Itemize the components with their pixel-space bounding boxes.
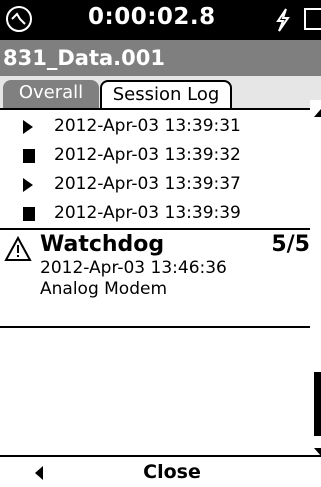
tab-bar: Overall Session Log [0,76,321,108]
log-entry[interactable]: 2012-Apr-03 13:39:32 [0,141,310,170]
log-entry[interactable]: 2012-Apr-03 13:39:31 [0,112,310,141]
log-entry-time: 2012-Apr-03 13:39:37 [54,174,241,194]
log-entry-time: 2012-Apr-03 13:39:31 [54,116,241,136]
scrollbar-thumb[interactable] [314,372,321,436]
battery-icon [304,8,321,30]
watchdog-count: 5/5 [271,232,310,257]
close-button[interactable]: Close [132,459,212,487]
back-arrow-icon[interactable] [34,465,44,485]
watchdog-entry[interactable]: Watchdog 5/5 2012-Apr-03 13:46:36 Analog… [0,228,310,328]
tab-session-log[interactable]: Session Log [100,80,232,108]
status-bar: 0:00:02.8 [0,0,321,40]
file-title: 831_Data.001 [0,40,321,76]
scrollbar[interactable] [310,100,321,456]
log-entry[interactable]: 2012-Apr-03 13:39:39 [0,199,310,228]
tab-overall[interactable]: Overall [3,80,99,108]
play-icon [22,177,34,197]
measure-status-icon [6,6,32,32]
play-icon [22,119,34,139]
log-entry-time: 2012-Apr-03 13:39:39 [54,203,241,223]
log-entry-time: 2012-Apr-03 13:39:32 [54,145,241,165]
footer-bar: Close [0,455,321,487]
log-entry[interactable]: 2012-Apr-03 13:39:37 [0,170,310,199]
stop-icon [22,148,36,168]
stop-icon [22,206,36,226]
watchdog-time: 2012-Apr-03 13:46:36 [40,258,227,278]
watchdog-title: Watchdog [40,232,165,257]
warning-icon [4,235,32,266]
session-log-list: 2012-Apr-03 13:39:31 2012-Apr-03 13:39:3… [0,108,310,455]
watchdog-description: Analog Modem [40,279,168,299]
bolt-icon [272,8,294,36]
elapsed-timer: 0:00:02.8 [88,4,216,30]
scroll-up-icon[interactable] [314,102,321,121]
